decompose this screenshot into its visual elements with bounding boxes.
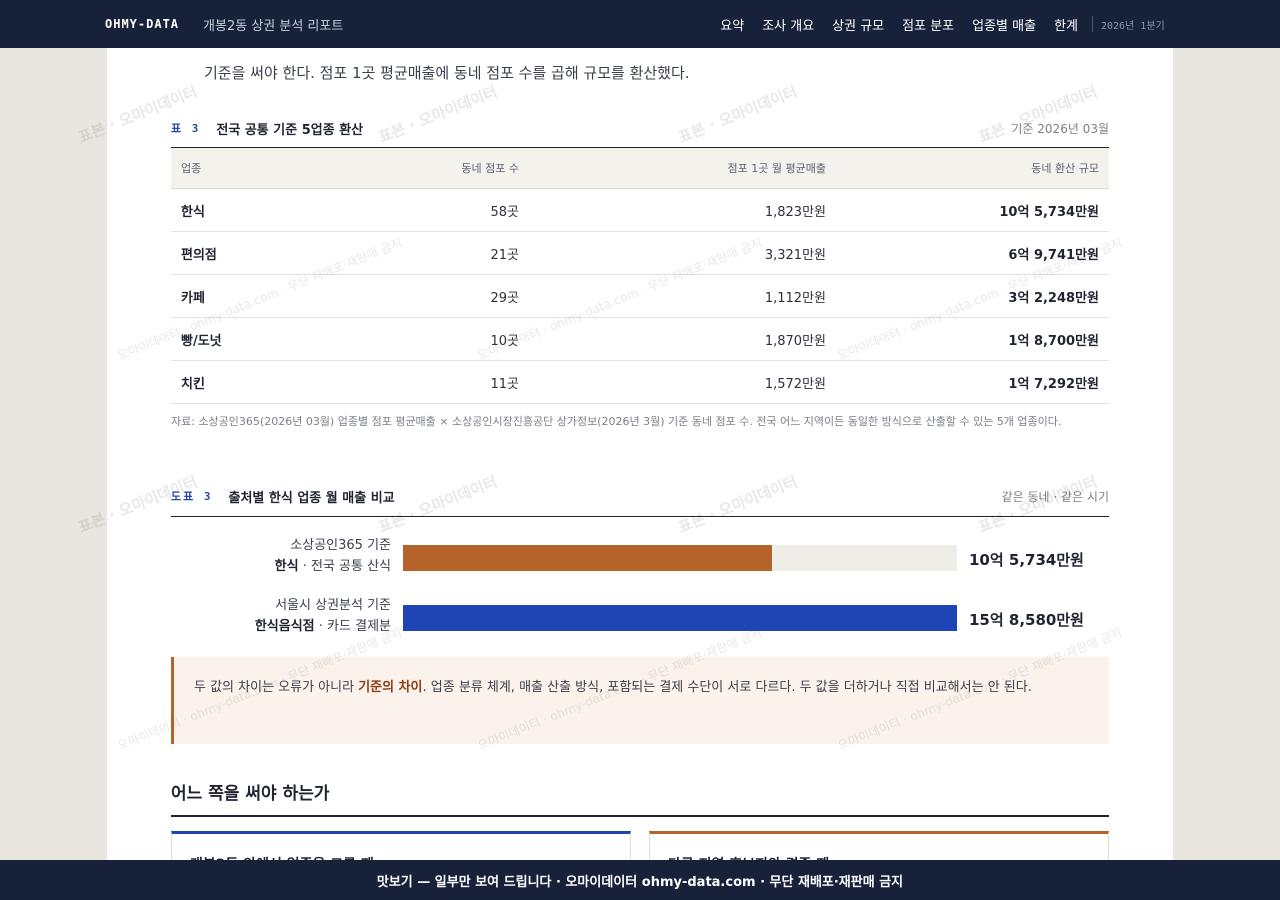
report-title: 개봉2동 상권 분석 리포트 [203,18,344,34]
bar-source: 서울시 상권분석 기준 [275,598,391,613]
table-row: 카페 29곳 1,112만원 3억 2,248만원 [171,274,1109,318]
table-number: 표 3 [171,122,201,135]
callout-box: 두 값의 차이는 오류가 아니라 기준의 차이. 업종 분류 체계, 매출 산출… [171,657,1109,744]
column-header: 동네 점포 수 [341,147,529,189]
bar-source: 소상공인365 기준 [290,538,391,553]
table-note: 기준 2026년 03월 [1011,121,1109,136]
industry-name: 편의점 [171,231,341,275]
table-row: 빵/도넛 10곳 1,870만원 1억 8,700만원 [171,317,1109,361]
callout-text-before: 두 값의 차이는 오류가 아니라 [194,680,359,695]
nav-item-sales-by-industry[interactable]: 업종별 매출 [972,15,1036,34]
section-heading: 어느 쪽을 써야 하는가 [171,784,330,804]
table-caption: 표 3 전국 공통 기준 5업종 환산 기준 2026년 03월 [171,113,1109,143]
bar-row-seoul: 서울시 상권분석 기준 한식음식점 · 카드 결제분 15억 8,580만원 [171,595,1109,639]
figure-number: 도표 3 [171,490,213,503]
avg-sales: 1,823만원 [529,188,836,232]
bar-category: 한식 [274,559,299,574]
figure-title: 출처별 한식 업종 월 매출 비교 [228,490,395,506]
store-count: 29곳 [341,274,529,318]
store-count: 10곳 [341,317,529,361]
converted-total: 10억 5,734만원 [836,188,1109,232]
table-header-row: 업종 동네 점포 수 점포 1곳 월 평균매출 동네 환산 규모 [171,147,1109,189]
industry-name: 치킨 [171,360,341,404]
nav-item-market-size[interactable]: 상권 규모 [832,15,884,34]
figure-top-rule [171,516,1109,517]
bar-track [403,545,957,571]
bar-fill-seoul [403,605,957,631]
callout-text-after: . 업종 분류 체계, 매출 산출 방식, 포함되는 결제 수단이 서로 다르다… [422,680,1032,695]
bar-row-sbiz: 소상공인365 기준 한식 · 전국 공통 산식 10억 5,734만원 [171,535,1109,579]
bar-track [403,605,957,631]
top-nav-bar: OHMY-DATA 개봉2동 상권 분석 리포트 요약 조사 개요 상권 규모 … [0,0,1280,48]
banner-text: 맛보기 — 일부만 보여 드립니다 · 오마이데이터 ohmy-data.com… [376,874,904,890]
store-count: 11곳 [341,360,529,404]
bar-value: 10억 5,734만원 [969,551,1084,569]
industry-name: 빵/도넛 [171,317,341,361]
industry-conversion-table: 업종 동네 점포 수 점포 1곳 월 평균매출 동네 환산 규모 한식 58곳 … [171,147,1109,404]
converted-total: 1억 8,700만원 [836,317,1109,361]
column-header: 동네 환산 규모 [836,147,1109,189]
industry-name: 카페 [171,274,341,318]
bar-category: 한식음식점 [254,619,315,634]
brand-logo[interactable]: OHMY-DATA [105,17,179,31]
preview-banner: 맛보기 — 일부만 보여 드립니다 · 오마이데이터 ohmy-data.com… [0,860,1280,900]
bar-label: 서울시 상권분석 기준 한식음식점 · 카드 결제분 [255,595,391,637]
bar-fill-sbiz [403,545,773,571]
nav-divider [1092,16,1093,32]
converted-total: 6억 9,741만원 [836,231,1109,275]
section-rule [171,815,1109,817]
figure-note: 같은 동네 · 같은 시기 [1001,489,1109,504]
nav-item-overview[interactable]: 조사 개요 [762,15,814,34]
avg-sales: 1,572만원 [529,360,836,404]
period-label: 2026년 1분기 [1101,20,1165,32]
avg-sales: 1,112만원 [529,274,836,318]
bar-category-line: 한식음식점 · 카드 결제분 [255,616,391,637]
converted-total: 3억 2,248만원 [836,274,1109,318]
figure-caption: 도표 3 출처별 한식 업종 월 매출 비교 같은 동네 · 같은 시기 [171,481,1109,511]
nav-item-store-distribution[interactable]: 점포 분포 [902,15,954,34]
bar-value: 15억 8,580만원 [969,611,1084,629]
bar-method: · 카드 결제분 [314,619,391,634]
bar-category-line: 한식 · 전국 공통 산식 [275,556,391,577]
store-count: 58곳 [341,188,529,232]
industry-name: 한식 [171,188,341,232]
nav-menu: 요약 조사 개요 상권 규모 점포 분포 업종별 매출 한계 2026년 1분기 [702,15,1175,34]
column-header: 점포 1곳 월 평균매출 [529,147,836,189]
nav-item-limitations[interactable]: 한계 [1054,15,1078,34]
bar-method: · 전국 공통 산식 [298,559,391,574]
intro-paragraph-tail: 기준을 써야 한다. 점포 1곳 평균매출에 동네 점포 수를 곱해 규모를 환… [204,64,690,82]
avg-sales: 3,321만원 [529,231,836,275]
callout-highlight: 기준의 차이 [358,680,423,695]
bar-label: 소상공인365 기준 한식 · 전국 공통 산식 [275,535,391,577]
nav-item-summary[interactable]: 요약 [720,15,744,34]
avg-sales: 1,870만원 [529,317,836,361]
report-page: 기준을 써야 한다. 점포 1곳 평균매출에 동네 점포 수를 곱해 규모를 환… [107,48,1173,900]
converted-total: 1억 7,292만원 [836,360,1109,404]
table-title: 전국 공통 기준 5업종 환산 [216,122,364,138]
column-header: 업종 [171,147,341,189]
table-row: 편의점 21곳 3,321만원 6억 9,741만원 [171,231,1109,275]
store-count: 21곳 [341,231,529,275]
table-source-note: 자료: 소상공인365(2026년 03월) 업종별 점포 평균매출 × 소상공… [171,415,1062,428]
table-row: 한식 58곳 1,823만원 10억 5,734만원 [171,188,1109,232]
table-row: 치킨 11곳 1,572만원 1억 7,292만원 [171,360,1109,404]
